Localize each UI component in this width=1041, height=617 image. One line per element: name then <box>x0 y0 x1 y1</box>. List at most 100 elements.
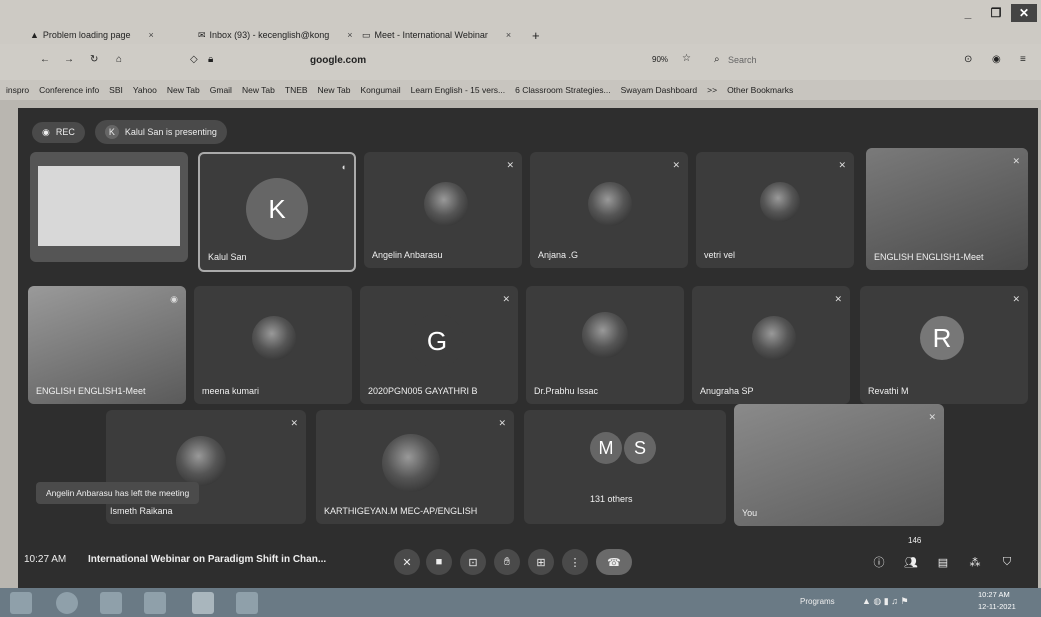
bookmark-item[interactable]: SBI <box>109 85 123 95</box>
participant-tile[interactable]: ✕ Ismeth Raikana <box>106 410 306 524</box>
reload-icon[interactable]: ↻ <box>90 54 98 65</box>
bookmark-item[interactable]: 6 Classroom Strategies... <box>515 85 610 95</box>
home-icon[interactable]: ⌂ <box>116 54 122 65</box>
participant-tile[interactable]: ✕ Anugraha SP <box>692 286 850 404</box>
participant-tile[interactable]: ✕ vetri vel <box>696 152 854 268</box>
mic-off-icon: ✕ <box>506 160 514 170</box>
participant-tile[interactable]: ✕ KARTHIGEYAN.M MEC-AP/ENGLISH <box>316 410 514 524</box>
chat-icon[interactable]: ▤ <box>930 549 956 575</box>
meeting-title: International Webinar on Paradigm Shift … <box>88 554 327 565</box>
rec-badge: ◉ REC <box>32 121 85 143</box>
participant-name: Revathi M <box>868 386 909 396</box>
participants-count: 146 <box>908 536 922 545</box>
account-icon[interactable]: ◉ <box>992 54 1001 65</box>
pocket-icon[interactable]: ⊙ <box>964 54 972 65</box>
app-icon[interactable] <box>236 592 258 614</box>
menu-icon[interactable]: ≡ <box>1020 54 1026 65</box>
bookmark-item[interactable]: New Tab <box>167 85 200 95</box>
firefox-icon[interactable] <box>192 592 214 614</box>
search-icon: ⌕ <box>714 54 720 65</box>
close-icon[interactable]: × <box>148 30 153 40</box>
minimize-icon[interactable]: _ <box>955 4 981 22</box>
info-icon[interactable]: ⓘ <box>866 549 892 575</box>
bookmark-item[interactable]: Gmail <box>210 85 232 95</box>
bookmark-item[interactable]: Yahoo <box>133 85 157 95</box>
participant-name: 2020PGN005 GAYATHRI B <box>368 386 478 396</box>
back-icon[interactable]: ← <box>40 54 50 65</box>
people-icon[interactable]: 👥︎ <box>898 549 924 575</box>
bookmark-item[interactable]: Other Bookmarks <box>727 85 793 95</box>
present-button[interactable]: ⊞ <box>528 549 554 575</box>
others-tile[interactable]: M S 131 others <box>524 410 726 524</box>
maximize-icon[interactable]: ❐ <box>983 4 1009 22</box>
participant-tile[interactable]: ✕ Anjana .G <box>530 152 688 268</box>
participant-tile[interactable]: ◉ ENGLISH ENGLISH1-Meet <box>28 286 186 404</box>
participant-tile[interactable]: Dr.Prabhu Issac <box>526 286 684 404</box>
avatar: R <box>920 316 964 360</box>
bookmark-overflow[interactable]: >> <box>707 85 717 95</box>
bookmark-item[interactable]: Swayam Dashboard <box>621 85 698 95</box>
captions-button[interactable]: ⊡ <box>460 549 486 575</box>
more-options-button[interactable]: ⋮ <box>562 549 588 575</box>
close-icon[interactable]: × <box>506 30 511 40</box>
url-field[interactable]: google.com <box>310 55 366 66</box>
avatar <box>424 182 468 226</box>
tab-meet[interactable]: ▭ Meet - International Webinar × <box>362 26 511 44</box>
forward-icon[interactable]: → <box>64 54 74 65</box>
self-video <box>734 404 944 526</box>
bookmarks-bar: inspro Conference info SBI Yahoo New Tab… <box>0 80 1041 100</box>
programs-label[interactable]: Programs <box>800 597 835 606</box>
star-icon[interactable]: ☆ <box>682 53 691 64</box>
participant-name: You <box>742 508 758 518</box>
activities-icon[interactable]: ⁂ <box>962 549 988 575</box>
avatar <box>760 182 800 222</box>
participant-tile[interactable]: G ✕ 2020PGN005 GAYATHRI B <box>360 286 518 404</box>
bookmark-item[interactable]: New Tab <box>242 85 275 95</box>
files-icon[interactable] <box>144 592 166 614</box>
bookmark-item[interactable]: Learn English - 15 vers... <box>411 85 506 95</box>
meet-icon: ▭ <box>362 29 371 40</box>
participant-tile[interactable]: ✕ ENGLISH ENGLISH1-Meet <box>866 148 1028 270</box>
camera-button[interactable]: ■ <box>426 549 452 575</box>
tab-inbox[interactable]: ✉ Inbox (93) - kecenglish@kong × <box>198 26 353 44</box>
participant-tile[interactable]: meena kumari <box>194 286 352 404</box>
tab-problem-loading[interactable]: ▲ Problem loading page × <box>30 26 154 44</box>
close-icon[interactable]: × <box>347 30 352 40</box>
participant-tile[interactable]: R ✕ Revathi M <box>860 286 1028 404</box>
self-tile[interactable]: ✕ You <box>734 404 944 526</box>
mic-off-icon: ✕ <box>290 418 298 428</box>
raise-hand-button[interactable]: ✋︎ <box>494 549 520 575</box>
search-field[interactable]: Search <box>728 55 757 65</box>
search-icon[interactable] <box>56 592 78 614</box>
avatar: S <box>624 432 656 464</box>
tab-label: Meet - International Webinar <box>374 30 488 40</box>
leave-call-button[interactable]: ☎ <box>596 549 632 575</box>
explorer-icon[interactable] <box>100 592 122 614</box>
participant-name: meena kumari <box>202 386 260 396</box>
avatar <box>176 436 226 486</box>
rec-label: REC <box>55 127 75 137</box>
participant-name: KARTHIGEYAN.M MEC-AP/ENGLISH <box>324 506 478 516</box>
presenter-text: Kalul San is presenting <box>124 127 217 137</box>
mic-off-button[interactable]: ✕ <box>394 549 420 575</box>
close-window-icon[interactable]: ✕ <box>1011 4 1037 22</box>
address-bar-row: ← → ↻ ⌂ ◇ 🔒︎ google.com 90% ☆ ⌕ Search ⊙… <box>0 44 1041 80</box>
participant-tile[interactable]: K ◖ Kalul San <box>198 152 356 272</box>
presenter-avatar: K <box>104 125 119 139</box>
bookmark-item[interactable]: Kongumail <box>360 85 400 95</box>
mic-off-icon: ✕ <box>838 160 846 170</box>
bookmark-item[interactable]: Conference info <box>39 85 99 95</box>
avatar <box>382 434 440 492</box>
participant-tile-screen[interactable] <box>30 152 188 262</box>
bookmark-item[interactable]: inspro <box>6 85 29 95</box>
avatar: M <box>590 432 622 464</box>
shared-screen-thumbnail <box>38 166 180 246</box>
participant-tile[interactable]: ✕ Angelin Anbarasu <box>364 152 522 268</box>
avatar <box>582 312 628 358</box>
bookmark-item[interactable]: TNEB <box>285 85 308 95</box>
record-icon: ◉ <box>42 126 50 137</box>
host-controls-icon[interactable]: ⛉ <box>994 549 1020 575</box>
windows-start-icon[interactable] <box>10 592 32 614</box>
new-tab-button[interactable]: + <box>532 26 540 44</box>
bookmark-item[interactable]: New Tab <box>318 85 351 95</box>
